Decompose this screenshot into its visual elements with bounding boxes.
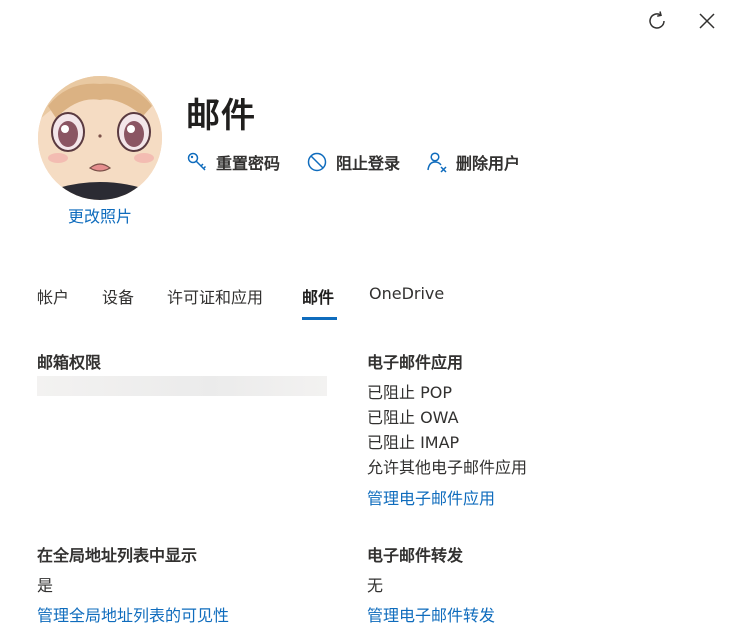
avatar: [38, 76, 162, 200]
tab-devices[interactable]: 设备: [102, 284, 134, 308]
reset-password-label: 重置密码: [216, 154, 281, 173]
active-tab-indicator: [302, 317, 337, 320]
email-forwarding-title: 电子邮件转发: [367, 546, 464, 565]
block-sign-in-label: 阻止登录: [336, 154, 401, 173]
email-app-status-imap: 已阻止 IMAP: [367, 433, 460, 452]
loading-placeholder: [37, 376, 327, 396]
manage-email-forwarding-link[interactable]: 管理电子邮件转发: [367, 602, 495, 626]
delete-user-icon: [426, 151, 448, 173]
delete-user-button[interactable]: 删除用户: [426, 149, 520, 175]
email-forwarding-value: 无: [367, 576, 384, 595]
block-sign-in-button[interactable]: 阻止登录: [306, 149, 400, 175]
block-icon: [306, 151, 328, 173]
email-app-status-pop: 已阻止 POP: [367, 383, 452, 402]
user-display-name: 邮件: [186, 96, 256, 136]
tab-onedrive[interactable]: OneDrive: [369, 284, 444, 303]
tab-account[interactable]: 帐户: [37, 284, 69, 308]
close-button[interactable]: [695, 9, 719, 33]
email-app-status-other: 允许其他电子邮件应用: [367, 458, 528, 477]
close-icon: [699, 13, 715, 29]
reset-password-button[interactable]: 重置密码: [186, 149, 280, 175]
mailbox-permissions-title: 邮箱权限: [37, 353, 102, 372]
refresh-button[interactable]: [645, 9, 669, 33]
change-photo-link[interactable]: 更改照片: [38, 203, 162, 227]
tab-mail[interactable]: 邮件: [302, 284, 334, 308]
global-address-list-value: 是: [37, 576, 54, 595]
manage-email-apps-link[interactable]: 管理电子邮件应用: [367, 485, 495, 509]
email-apps-title: 电子邮件应用: [367, 353, 464, 372]
tab-licenses-and-apps[interactable]: 许可证和应用: [167, 284, 263, 308]
refresh-icon: [649, 11, 665, 29]
email-app-status-owa: 已阻止 OWA: [367, 408, 459, 427]
key-icon: [186, 151, 208, 173]
global-address-list-title: 在全局地址列表中显示: [37, 546, 198, 565]
manage-gal-visibility-link[interactable]: 管理全局地址列表的可见性: [37, 602, 229, 626]
avatar-image: [38, 76, 162, 200]
delete-user-label: 删除用户: [456, 154, 521, 173]
